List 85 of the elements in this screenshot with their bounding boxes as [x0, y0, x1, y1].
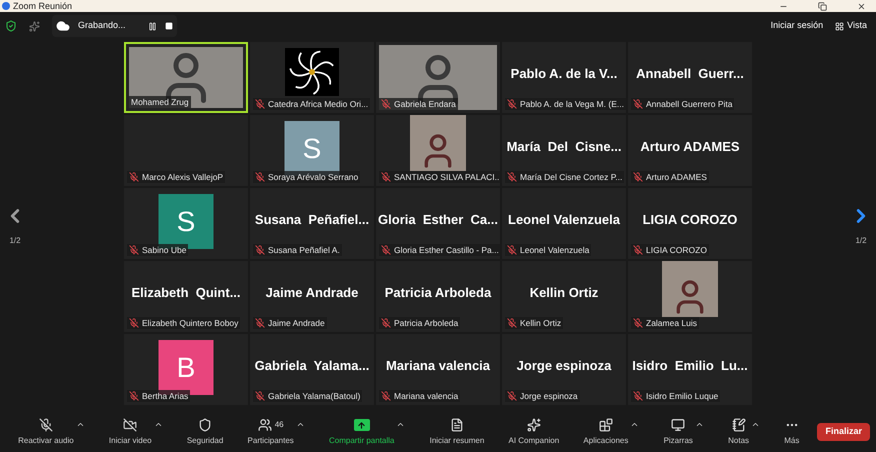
participant-name: LIGIA COROZO: [646, 244, 707, 256]
monitor-icon: [671, 418, 686, 432]
zoom-logo-icon: [2, 2, 10, 10]
participant-display-name: Susana Peñafiel...: [254, 211, 370, 229]
shield-icon: [198, 418, 212, 432]
page-indicator: 1/2: [855, 235, 867, 247]
toolbar-button[interactable]: Más: [784, 417, 800, 447]
mic-off-icon: [38, 418, 53, 432]
participant-name: Patricia Arboleda: [394, 316, 458, 330]
notes-icon: [732, 418, 746, 432]
participant-name: Leonel Valenzuela: [520, 244, 590, 256]
people-icon: [258, 418, 272, 432]
participant-display-name: Mariana valencia: [386, 357, 490, 375]
participant-count: 46: [274, 419, 284, 431]
sign-in-button[interactable]: Iniciar sesión: [770, 19, 824, 33]
stop-icon[interactable]: [164, 22, 173, 30]
spiral-logo-icon: [285, 48, 339, 96]
participant-display-name: Patricia Arboleda: [384, 284, 492, 302]
participant-name: Arturo ADAMES: [646, 170, 707, 184]
view-button[interactable]: Vista: [847, 19, 867, 33]
participant-name: Catedra Africa Medio Ori...: [268, 98, 368, 110]
end-meeting-button[interactable]: Finalizar: [817, 423, 870, 441]
sparkle-icon[interactable]: [29, 20, 40, 32]
page-indicator: 1/2: [9, 235, 21, 247]
participant-display-name: Gloria Esther Ca...: [378, 211, 498, 229]
caret-icon[interactable]: [630, 420, 640, 429]
close-icon[interactable]: [857, 2, 866, 10]
participant-name: Jaime Andrade: [268, 316, 325, 330]
participant-name: Susana Peñafiel A.: [268, 244, 340, 256]
shield-check-icon[interactable]: [5, 20, 17, 32]
caret-icon[interactable]: [76, 420, 85, 429]
caret-icon[interactable]: [751, 420, 760, 429]
toolbar-button[interactable]: Pizarras: [664, 417, 693, 447]
toolbar-button[interactable]: Iniciar resumen: [430, 417, 484, 447]
document-icon: [450, 418, 464, 432]
participant-name: Zalamea Luis: [646, 316, 698, 330]
toolbar-button[interactable]: Iniciar video: [108, 417, 152, 447]
toolbar-button[interactable]: AI Companion: [508, 417, 560, 447]
participant-display-name: LIGIA COROZO: [642, 211, 738, 229]
cloud-icon: [56, 19, 70, 33]
participant-name: Gabriela Yalama(Batoul): [268, 390, 360, 402]
toolbar-button[interactable]: Reactivar audio: [18, 417, 74, 447]
participant-display-name: Gabriela Yalama...: [254, 357, 370, 375]
video-off-icon: [123, 418, 138, 432]
pause-icon[interactable]: [148, 22, 157, 30]
participant-name: Gloria Esther Castillo - Pa...: [394, 244, 499, 256]
participant-name: Mariana valencia: [394, 390, 458, 402]
participant-display-name: Pablo A. de la V...: [510, 65, 618, 83]
participant-display-name: Isidro Emilio Lu...: [632, 357, 748, 375]
participant-name: SANTIAGO SILVA PALACI...: [394, 170, 500, 184]
participant-name: Isidro Emilio Luque: [646, 390, 718, 402]
toolbar-button[interactable]: Seguridad: [186, 417, 224, 447]
participant-name: Marco Alexis VallejoP: [142, 170, 224, 184]
toolbar-button[interactable]: Notas: [728, 417, 750, 447]
participant-display-name: Elizabeth Quint...: [131, 284, 241, 302]
participant-display-name: Annabell Guerr...: [636, 65, 744, 83]
caret-icon[interactable]: [694, 420, 704, 429]
video-placeholder: [662, 261, 718, 317]
participant-name: Elizabeth Quintero Boboy: [142, 316, 238, 330]
recording-status: Grabando...: [78, 19, 126, 32]
participant-display-name: Arturo ADAMES: [640, 138, 740, 156]
toolbar-button[interactable]: Aplicaciones: [583, 417, 628, 447]
participant-display-name: Jaime Andrade: [266, 284, 358, 302]
participant-name: Pablo A. de la Vega M. (E...: [520, 98, 624, 110]
participant-display-name: Leonel Valenzuela: [508, 211, 620, 229]
sparkle-icon: [526, 418, 541, 432]
window-title: Zoom Reunión: [13, 2, 72, 10]
participant-display-name: María Del Cisne...: [506, 138, 622, 156]
grid-icon[interactable]: [835, 22, 844, 30]
participant-name: Annabell Guerrero Pita: [646, 98, 732, 110]
participant-display-name: Jorge espinoza: [516, 357, 612, 375]
video-placeholder: [410, 115, 466, 171]
participant-name: María Del Cisne Cortez P...: [520, 170, 622, 184]
toolbar-button[interactable]: 46 Participantes: [248, 417, 294, 447]
participant-name: Jorge espinoza: [520, 390, 578, 402]
toolbar-button[interactable]: Compartir pantalla: [329, 417, 394, 447]
participant-name: Mohamed Zrug: [131, 96, 189, 108]
apps-icon: [598, 418, 613, 432]
restore-icon[interactable]: [818, 2, 827, 10]
caret-icon[interactable]: [154, 420, 163, 429]
caret-icon[interactable]: [296, 420, 305, 429]
participant-display-name: Kellin Ortiz: [530, 284, 598, 302]
caret-icon[interactable]: [396, 420, 406, 429]
participant-name: Kellin Ortiz: [520, 316, 562, 330]
participant-name: Gabriela Endara: [394, 98, 456, 110]
